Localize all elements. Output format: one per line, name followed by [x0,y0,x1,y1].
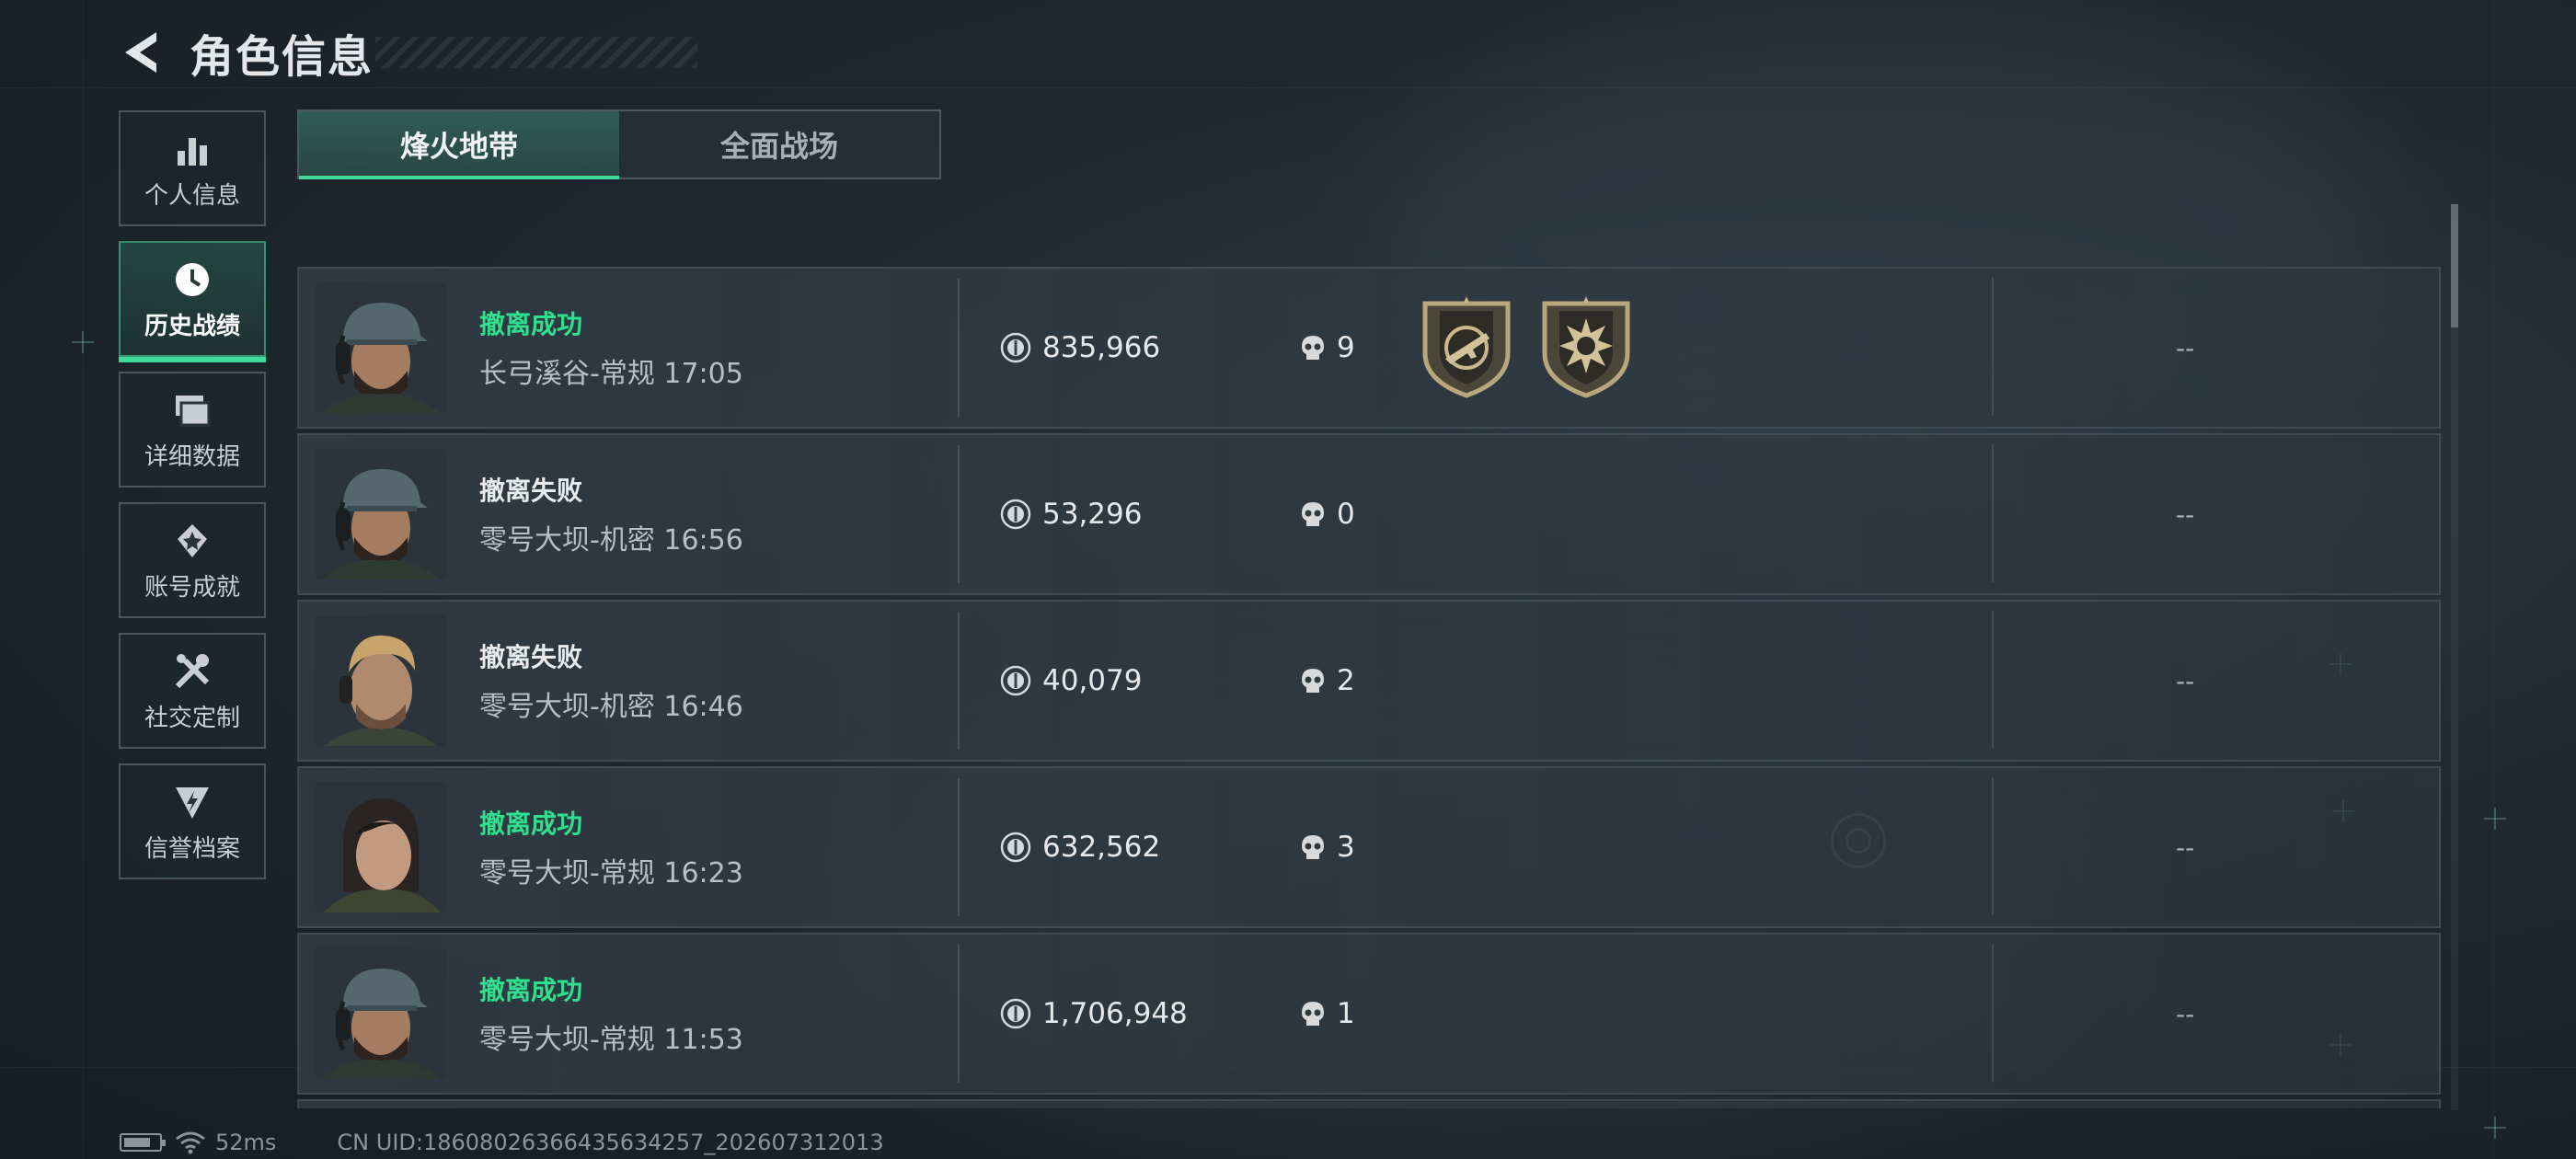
extraction-status: 撤离成功 [479,309,583,339]
scroll-thumb[interactable] [2451,204,2458,327]
map-time: 零号大坝-机密 16:56 [479,524,743,557]
bar-chart-icon [170,127,214,171]
divider [958,612,960,750]
kill-count: 9 [1337,331,1355,364]
skull-icon [1298,499,1328,529]
divider [958,945,960,1083]
sidebar: 个人信息 历史战绩 详细数据 账号成就 社交定制 信誉档案 [119,110,266,894]
tab-full-battlefield[interactable]: 全面战场 [619,111,939,178]
loot-value: 835,966 [1042,331,1161,364]
ping-text: 52ms [215,1130,277,1155]
list-item[interactable]: 撤离成功 长弓溪谷-常规 17:05 835,966 9 -- [297,267,2441,429]
uid-text: CN UID:18608026366435634257_202607312013 [337,1130,884,1155]
wifi-icon [176,1131,205,1154]
sidebar-item-label: 历史战绩 [144,312,240,340]
kill-count: 1 [1337,997,1355,1030]
list-item[interactable]: 撤离失败 零号大坝-机密 16:46 40,079 2 -- [297,600,2441,762]
divider [958,445,960,583]
sidebar-item-personal-info[interactable]: 个人信息 [119,110,266,226]
kill-count: 3 [1337,831,1355,864]
extraction-status: 撤离成功 [479,809,583,839]
title-decoration [375,37,697,68]
operator-avatar [316,615,446,746]
list-item[interactable] [297,1099,2441,1108]
cards-icon [170,388,214,432]
map-time: 零号大坝-机密 16:46 [479,691,743,723]
extraction-status: 撤离成功 [479,975,583,1005]
shield-lightning-icon [170,780,214,824]
loot-value: 40,079 [1042,664,1143,697]
skull-icon [1298,832,1328,862]
list-item[interactable]: 撤离成功 零号大坝-常规 16:23 632,562 3 -- [297,766,2441,928]
map-time: 零号大坝-常规 11:53 [479,1024,743,1056]
match-history-list: 撤离成功 长弓溪谷-常规 17:05 835,966 9 -- 撤离失败 零号大… [297,267,2441,1108]
back-button[interactable] [118,27,164,78]
badge-list [1418,296,1657,399]
sidebar-item-reputation[interactable]: 信誉档案 [119,763,266,879]
map-time: 零号大坝-常规 16:23 [479,857,743,889]
divider [958,778,960,916]
coin-icon [1000,665,1031,696]
header: 角色信息 [118,20,697,85]
sidebar-item-social-custom[interactable]: 社交定制 [119,633,266,749]
divider [1992,944,1994,1082]
extra-value: -- [2176,499,2195,530]
page-title: 角色信息 [190,31,374,83]
extraction-status: 撤离失败 [479,476,583,506]
sidebar-item-label: 信誉档案 [144,834,240,863]
back-arrow-icon [125,32,156,73]
map-time: 长弓溪谷-常规 17:05 [479,358,743,390]
tab-warzone-extraction[interactable]: 烽火地带 [299,111,619,179]
history-clock-icon [170,258,214,302]
sidebar-item-detailed-data[interactable]: 详细数据 [119,372,266,488]
coin-icon [1000,499,1031,530]
achievement-icon [170,519,214,563]
extraction-status: 撤离失败 [479,642,583,672]
divider [1992,278,1994,416]
operator-avatar [316,282,446,413]
divider [1992,611,1994,749]
coin-icon [1000,998,1031,1029]
coin-icon [1000,332,1031,363]
kill-count: 2 [1337,664,1355,697]
tools-icon [170,649,214,694]
sidebar-item-label: 账号成就 [144,573,240,602]
loot-value: 1,706,948 [1042,997,1188,1030]
extra-value: -- [2176,665,2195,696]
operator-avatar [316,782,446,912]
skull-icon [1298,999,1328,1028]
mode-tabs: 烽火地带 全面战场 [297,109,941,179]
divider [1992,777,1994,915]
loot-value: 53,296 [1042,498,1143,531]
list-item[interactable]: 撤离失败 零号大坝-机密 16:56 53,296 0 -- [297,433,2441,595]
battery-icon [120,1133,166,1152]
sidebar-item-match-history[interactable]: 历史战绩 [119,241,266,362]
kill-count: 0 [1337,498,1355,531]
skull-icon [1298,333,1328,362]
operator-avatar [316,449,446,580]
extra-value: -- [2176,998,2195,1029]
status-bar: 52ms CN UID:18608026366435634257_2026073… [120,1130,884,1155]
list-scrollbar[interactable] [2451,204,2458,1110]
rifle-shield-badge[interactable] [1418,296,1515,399]
list-item[interactable]: 撤离成功 零号大坝-常规 11:53 1,706,948 1 -- [297,933,2441,1095]
extra-value: -- [2176,332,2195,363]
sidebar-item-label: 个人信息 [144,181,240,210]
skull-icon [1298,666,1328,695]
sidebar-item-achievements[interactable]: 账号成就 [119,502,266,618]
operator-avatar [316,948,446,1079]
divider [958,279,960,417]
coin-icon [1000,832,1031,863]
loot-value: 632,562 [1042,831,1161,864]
divider [1992,444,1994,582]
sidebar-item-label: 详细数据 [144,442,240,471]
extra-value: -- [2176,832,2195,863]
sidebar-item-label: 社交定制 [144,704,240,732]
skull-burst-badge[interactable] [1537,296,1635,399]
